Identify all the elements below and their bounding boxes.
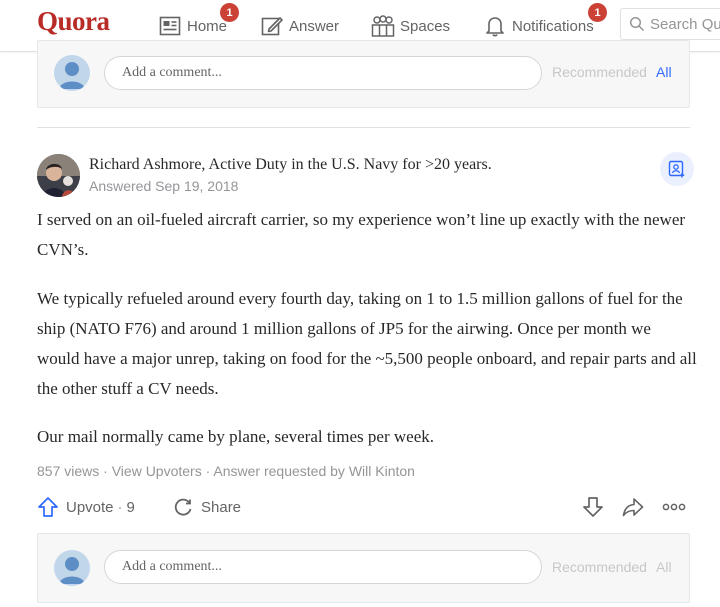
share-icon bbox=[174, 498, 192, 516]
follow-author-button[interactable] bbox=[660, 152, 694, 186]
more-dots-icon bbox=[662, 503, 686, 511]
answer-meta: 857 views · View Upvoters · Answer reque… bbox=[37, 463, 415, 479]
author-avatar[interactable] bbox=[37, 154, 80, 197]
downvote-icon bbox=[583, 497, 603, 517]
add-person-icon bbox=[668, 160, 685, 178]
quora-logo[interactable]: Quora bbox=[37, 6, 110, 37]
more-options-button[interactable] bbox=[662, 490, 686, 524]
forward-share-button[interactable] bbox=[622, 490, 644, 524]
upvote-count: 9 bbox=[126, 498, 135, 516]
comment-placeholder: Add a comment... bbox=[122, 65, 222, 80]
answer-requested-by[interactable]: Answer requested by Will Kinton bbox=[213, 463, 415, 479]
upvote-button[interactable]: Upvote · 9 bbox=[37, 490, 135, 524]
meta-separator: · bbox=[201, 463, 214, 479]
meta-separator: · bbox=[99, 463, 112, 479]
share-label: Share bbox=[201, 498, 242, 516]
comments-tab-all[interactable]: All bbox=[656, 64, 672, 80]
search-placeholder: Search Qu bbox=[650, 15, 720, 33]
notifications-badge: 1 bbox=[588, 3, 607, 22]
answered-date[interactable]: Answered Sep 19, 2018 bbox=[89, 178, 238, 194]
answer-paragraph: Our mail normally came by plane, several… bbox=[37, 427, 434, 446]
home-badge: 1 bbox=[220, 3, 239, 22]
comment-box-bottom: Add a comment... Recommended All bbox=[37, 533, 690, 603]
nav-home-label: Home bbox=[187, 17, 228, 35]
answer-divider bbox=[37, 127, 690, 128]
search-input[interactable]: Search Qu bbox=[620, 8, 720, 40]
bell-icon bbox=[482, 13, 508, 39]
comment-placeholder: Add a comment... bbox=[122, 559, 222, 574]
view-upvoters-link[interactable]: View Upvoters bbox=[112, 463, 202, 479]
forward-arrow-icon bbox=[622, 498, 644, 517]
user-avatar bbox=[54, 550, 90, 586]
pencil-icon bbox=[259, 13, 285, 39]
nav-spaces-label: Spaces bbox=[400, 17, 451, 35]
answer-paragraph: I served on an oil-fueled aircraft carri… bbox=[37, 210, 686, 259]
nav-notifications-label: Notifications bbox=[512, 17, 594, 35]
author-name[interactable]: Richard Ashmore, Active Duty in the U.S.… bbox=[89, 156, 492, 174]
downvote-button[interactable] bbox=[582, 490, 604, 524]
people-icon bbox=[370, 13, 396, 39]
upvote-separator: · bbox=[117, 498, 123, 516]
upvote-icon bbox=[38, 497, 58, 517]
comment-input[interactable]: Add a comment... bbox=[104, 550, 542, 584]
nav-answer-label: Answer bbox=[289, 17, 340, 35]
comments-tab-recommended[interactable]: Recommended bbox=[552, 559, 647, 575]
comment-box-top: Add a comment... Recommended All bbox=[37, 40, 690, 108]
comments-tab-recommended[interactable]: Recommended bbox=[552, 64, 647, 80]
answer-paragraph: We typically refueled around every fourt… bbox=[37, 289, 697, 398]
upvote-label: Upvote bbox=[66, 498, 114, 516]
comments-tab-all[interactable]: All bbox=[656, 559, 672, 575]
share-button[interactable]: Share bbox=[172, 490, 241, 524]
home-icon bbox=[157, 13, 183, 39]
comment-input[interactable]: Add a comment... bbox=[104, 56, 542, 90]
views-count: 857 views bbox=[37, 463, 100, 479]
search-icon bbox=[629, 16, 645, 32]
answer-action-bar: Upvote · 9 Share bbox=[0, 490, 720, 524]
user-avatar bbox=[54, 55, 90, 91]
